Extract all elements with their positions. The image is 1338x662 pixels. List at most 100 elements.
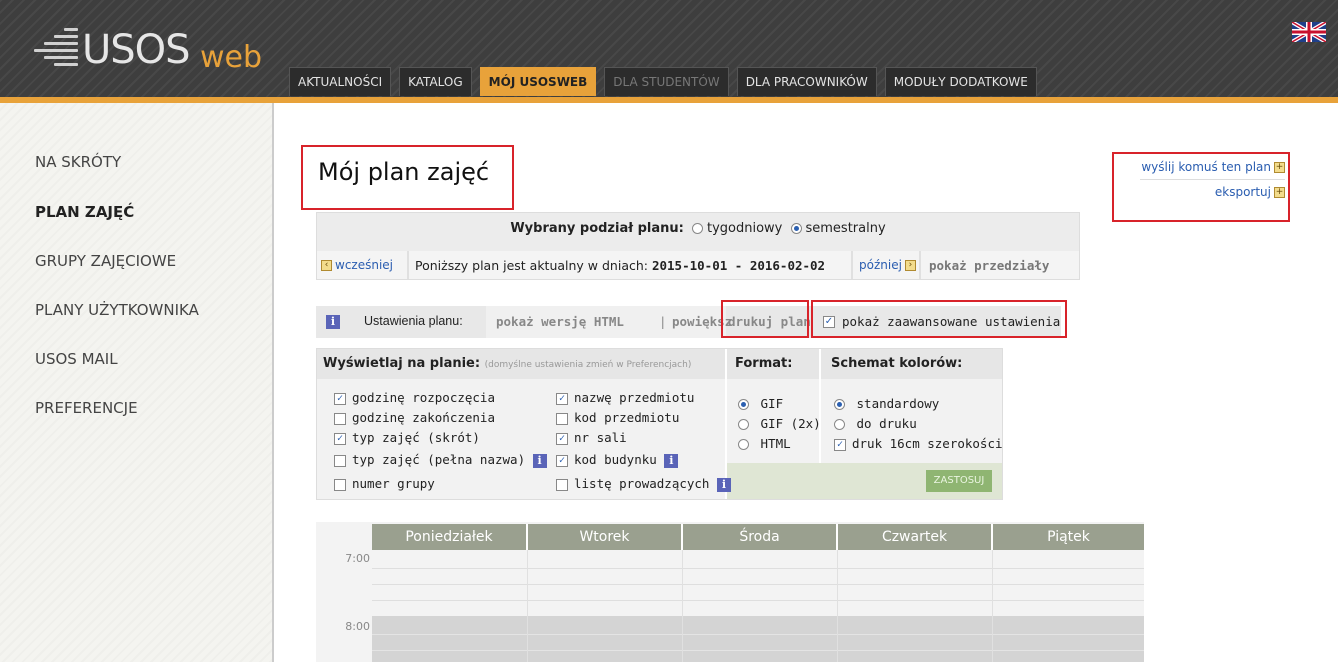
option-subject-code[interactable]: kod przedmiotu	[556, 410, 679, 425]
checkbox[interactable]: ✓	[334, 392, 346, 405]
sidebar-item-na-skroty[interactable]: NA SKRÓTY	[35, 153, 121, 171]
option-class-type-full[interactable]: typ zajęć (pełna nazwa) i	[334, 452, 547, 468]
checkbox[interactable]	[556, 412, 568, 425]
settings-label: Ustawienia planu:	[364, 314, 463, 328]
send-plan-link[interactable]: wyślij komuś ten plan +	[1120, 160, 1285, 174]
earlier-label: wcześniej	[335, 258, 394, 272]
tab-katalog[interactable]: KATALOG	[399, 67, 472, 96]
arrow-right-icon: ›	[904, 260, 916, 271]
checkbox[interactable]: ✓	[556, 454, 568, 467]
option-label: nr sali	[574, 430, 627, 445]
radio[interactable]	[738, 399, 749, 410]
option-class-type-short[interactable]: ✓ typ zajęć (skrót)	[334, 430, 480, 445]
grid-vline	[527, 550, 528, 662]
option-end-time[interactable]: godzinę zakończenia	[334, 410, 495, 425]
option-label: godzinę zakończenia	[352, 410, 495, 425]
radio-weekly-label: tygodniowy	[706, 221, 783, 236]
checkbox[interactable]	[334, 454, 346, 467]
option-label: godzinę rozpoczęcia	[352, 390, 495, 405]
later-link[interactable]: później ›	[859, 258, 916, 272]
color-label: standardowy	[856, 396, 940, 411]
settings-separator: |	[659, 314, 667, 329]
display-options-header: Wyświetlaj na planie: (domyślne ustawien…	[317, 349, 725, 379]
tab-dla-pracownikow[interactable]: DLA PRACOWNIKÓW	[736, 67, 877, 96]
valid-label: Poniższy plan jest aktualny w dniach:	[415, 258, 648, 273]
html-version-link[interactable]: pokaż wersję HTML	[496, 314, 624, 329]
checkbox[interactable]: ✓	[834, 438, 846, 451]
option-lecturers-list[interactable]: listę prowadzących i	[556, 476, 731, 492]
period-split-label: Wybrany podział planu:	[510, 221, 684, 236]
info-icon[interactable]: i	[532, 454, 547, 468]
color-standard[interactable]: standardowy	[834, 396, 939, 411]
period-range-row: ‹ wcześniej Poniższy plan jest aktualny w…	[317, 251, 1079, 279]
uk-flag-icon[interactable]	[1292, 22, 1326, 42]
color-label: druk 16cm szerokości	[852, 436, 1003, 451]
option-label: numer grupy	[352, 476, 435, 491]
colors-header: Schemat kolorów:	[821, 349, 1002, 379]
radio[interactable]	[738, 419, 749, 430]
radio[interactable]	[834, 399, 845, 410]
format-html[interactable]: HTML	[738, 436, 791, 451]
top-navigation: AKTUALNOŚCI KATALOG MÓJ USOSWEB DLA STUD…	[289, 67, 1045, 97]
format-gif-2x[interactable]: GIF (2x)	[738, 416, 821, 431]
sidebar-item-usos-mail[interactable]: USOS MAIL	[35, 350, 118, 368]
show-ranges-link[interactable]: pokaż przedziały	[929, 258, 1049, 273]
option-group-number[interactable]: numer grupy	[334, 476, 435, 491]
radio[interactable]	[834, 419, 845, 430]
option-building-code[interactable]: ✓ kod budynku i	[556, 452, 679, 468]
option-subject-name[interactable]: ✓ nazwę przedmiotu	[556, 390, 694, 405]
format-header: Format:	[727, 349, 819, 379]
radio[interactable]	[738, 439, 749, 450]
radio-semester-label: semestralny	[805, 221, 886, 236]
grid-vline	[837, 550, 838, 662]
color-print-16cm[interactable]: ✓ druk 16cm szerokości	[834, 436, 1003, 451]
tab-moj-usosweb[interactable]: MÓJ USOSWEB	[479, 67, 597, 96]
sidebar	[0, 103, 272, 662]
grid-line	[372, 650, 1144, 651]
grid-line	[372, 584, 1144, 585]
sidebar-item-plany-uzytkownika[interactable]: PLANY UŻYTKOWNIKA	[35, 301, 199, 319]
grid-line	[372, 600, 1144, 601]
earlier-link[interactable]: ‹ wcześniej	[321, 258, 393, 272]
checkbox[interactable]: ✓	[334, 432, 346, 445]
option-label: kod budynku	[574, 452, 657, 467]
logo-text: USOS	[82, 27, 191, 73]
send-plan-label: wyślij komuś ten plan	[1141, 160, 1271, 174]
option-start-time[interactable]: ✓ godzinę rozpoczęcia	[334, 390, 495, 405]
checkbox[interactable]: ✓	[556, 432, 568, 445]
tab-aktualnosci[interactable]: AKTUALNOŚCI	[289, 67, 392, 96]
grid-line	[372, 634, 1144, 635]
display-head: Wyświetlaj na planie:	[323, 356, 481, 371]
logo-suffix: web	[200, 40, 263, 75]
grid-line	[372, 568, 1144, 569]
option-room-number[interactable]: ✓ nr sali	[556, 430, 627, 445]
radio-semester[interactable]	[790, 223, 802, 234]
highlight-print	[721, 300, 809, 338]
info-icon[interactable]: i	[326, 315, 340, 329]
info-icon[interactable]: i	[717, 478, 731, 492]
tab-moduly-dodatkowe[interactable]: MODUŁY DODATKOWE	[884, 67, 1037, 96]
page-title: Mój plan zajęć	[318, 158, 490, 186]
sidebar-item-preferencje[interactable]: PREFERENCJE	[35, 399, 138, 417]
grid-vline	[682, 550, 683, 662]
option-label: listę prowadzących	[574, 476, 710, 491]
radio-weekly[interactable]	[691, 223, 703, 234]
apply-button[interactable]: ZASTOSUJ	[926, 470, 992, 492]
hour-label: 7:00	[345, 552, 370, 565]
format-gif[interactable]: GIF	[738, 396, 783, 411]
color-print[interactable]: do druku	[834, 416, 917, 431]
day-header-friday: Piątek	[993, 524, 1144, 550]
checkbox[interactable]	[334, 412, 346, 425]
checkbox[interactable]	[556, 478, 568, 491]
period-valid-text: Poniższy plan jest aktualny w dniach: 20…	[415, 258, 825, 273]
display-note: (domyślne ustawienia zmień w Preferencja…	[484, 360, 692, 370]
usosweb-logo[interactable]: USOS web	[30, 22, 262, 78]
export-label: eksportuj	[1214, 185, 1271, 199]
sidebar-item-grupy-zajeciowe[interactable]: GRUPY ZAJĘCIOWE	[35, 252, 176, 270]
export-link[interactable]: eksportuj +	[1120, 185, 1285, 199]
later-label: później	[859, 258, 902, 272]
info-icon[interactable]: i	[664, 454, 679, 468]
checkbox[interactable]: ✓	[556, 392, 568, 405]
sidebar-item-plan-zajec[interactable]: PLAN ZAJĘĆ	[35, 203, 134, 221]
checkbox[interactable]	[334, 478, 346, 491]
